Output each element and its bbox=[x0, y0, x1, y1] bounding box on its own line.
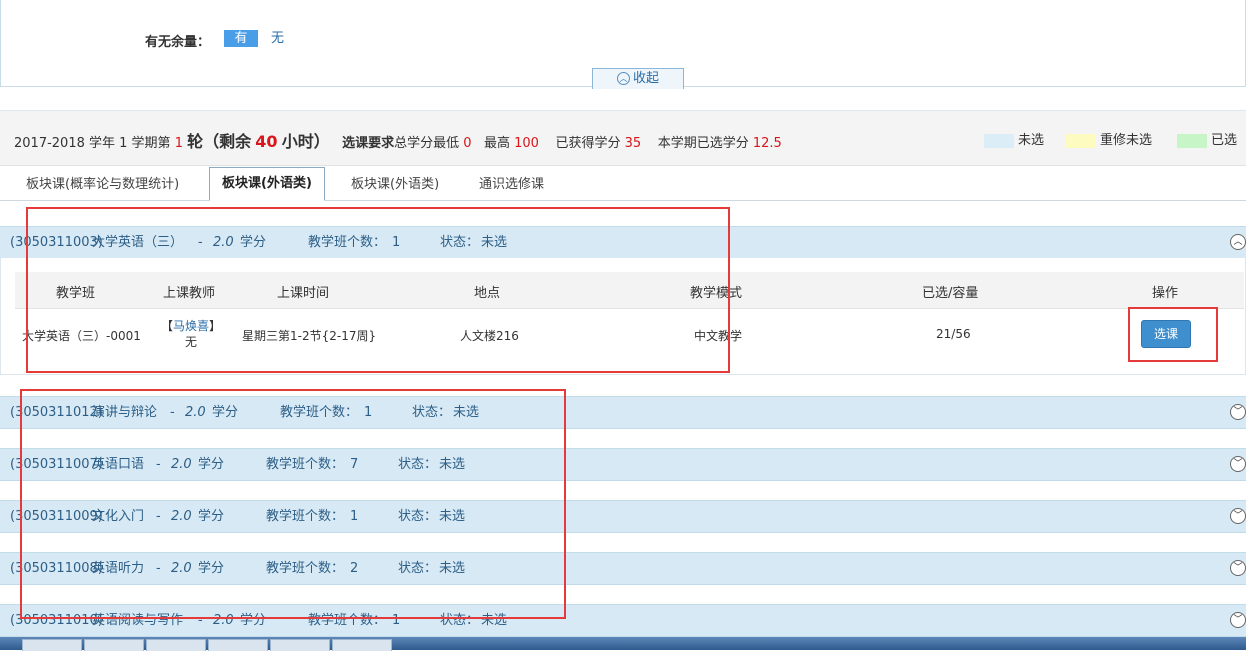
remaining-prefix: 剩余 bbox=[219, 132, 252, 151]
taskbar-item[interactable] bbox=[332, 639, 392, 651]
requirement-text: 总学分最低 bbox=[394, 136, 460, 151]
taskbar bbox=[0, 637, 1246, 651]
tab-probability-statistics[interactable]: 板块课(概率论与数理统计) bbox=[14, 170, 191, 199]
chevron-down-icon[interactable]: ﹀ bbox=[1230, 612, 1246, 628]
tab-foreign-language[interactable]: 板块课(外语类) bbox=[339, 170, 451, 199]
legend-swatch bbox=[984, 133, 1014, 148]
academic-year: 2017-2018 bbox=[14, 136, 85, 151]
chevron-down-icon[interactable]: ﹀ bbox=[1230, 404, 1246, 420]
requirement-label: 选课要求 bbox=[342, 136, 395, 151]
max-label: 最高 bbox=[483, 136, 510, 151]
max-credit: 100 bbox=[514, 136, 539, 151]
chevron-up-icon[interactable]: ︿ bbox=[1230, 234, 1246, 250]
filter-panel: 有无余量： 有 无 ︿ 收起 bbox=[0, 0, 1246, 89]
filter-option-yes[interactable]: 有 bbox=[224, 30, 258, 47]
round-text: 轮（ bbox=[187, 132, 220, 151]
taskbar-item[interactable] bbox=[270, 639, 330, 651]
collapse-label: 收起 bbox=[632, 71, 659, 86]
legend-swatch bbox=[1066, 133, 1096, 148]
tab-foreign-language-active[interactable]: 板块课(外语类) bbox=[209, 167, 325, 201]
term-text: 学年 1 学期第 bbox=[89, 136, 171, 151]
chevron-down-icon[interactable]: ﹀ bbox=[1230, 508, 1246, 524]
remaining-suffix: 小时） bbox=[281, 132, 330, 151]
annotation-box bbox=[26, 207, 730, 373]
capacity-cell: 21/56 bbox=[936, 327, 971, 341]
header-capacity: 已选/容量 bbox=[922, 286, 979, 301]
taskbar-item[interactable] bbox=[146, 639, 206, 651]
remaining-filter-label: 有无余量： bbox=[145, 35, 211, 50]
taskbar-item[interactable] bbox=[84, 639, 144, 651]
course-category-tabs: 板块课(概率论与数理统计) 板块课(外语类) 板块课(外语类) 通识选修课 bbox=[0, 166, 1246, 201]
selection-summary: 2017-2018 学年 1 学期第 1 轮（剩余 40 小时） 选课要求总学分… bbox=[14, 128, 782, 152]
earned-credit: 35 bbox=[624, 136, 642, 151]
chevron-down-icon[interactable]: ﹀ bbox=[1230, 456, 1246, 472]
tab-general-elective[interactable]: 通识选修课 bbox=[467, 170, 556, 199]
remaining-hours: 40 bbox=[255, 132, 278, 151]
selected-credit: 12.5 bbox=[752, 136, 782, 151]
taskbar-item[interactable] bbox=[208, 639, 268, 651]
legend-retake-unselected: 重修未选 bbox=[1066, 129, 1152, 148]
taskbar-item[interactable] bbox=[22, 639, 82, 651]
min-credit: 0 bbox=[463, 136, 472, 151]
header-action: 操作 bbox=[1152, 286, 1179, 301]
chevron-down-icon[interactable]: ﹀ bbox=[1230, 560, 1246, 576]
legend-selected: 已选 bbox=[1177, 129, 1237, 148]
selected-label: 本学期已选学分 bbox=[657, 136, 749, 151]
legend-swatch bbox=[1177, 133, 1207, 148]
round-number: 1 bbox=[174, 136, 183, 151]
filter-option-no[interactable]: 无 bbox=[271, 30, 284, 47]
earned-label: 已获得学分 bbox=[555, 136, 621, 151]
chevron-up-icon: ︿ bbox=[616, 72, 630, 85]
legend-unselected: 未选 bbox=[984, 129, 1044, 148]
selection-info-bar: 2017-2018 学年 1 学期第 1 轮（剩余 40 小时） 选课要求总学分… bbox=[0, 110, 1246, 166]
annotation-box bbox=[1128, 307, 1218, 362]
annotation-box bbox=[20, 389, 566, 619]
collapse-button[interactable]: ︿ 收起 bbox=[592, 68, 684, 89]
